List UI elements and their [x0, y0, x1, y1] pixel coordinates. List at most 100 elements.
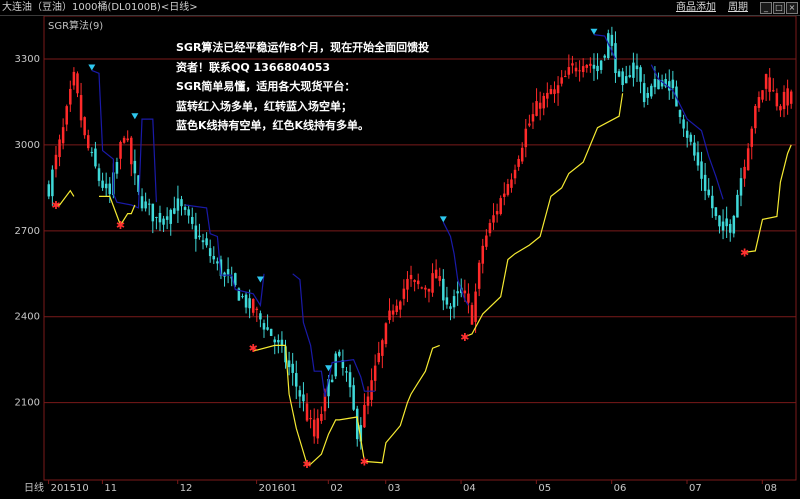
candle-body [151, 203, 155, 222]
candle-body [754, 106, 757, 129]
candle-body [65, 106, 68, 125]
candle-body [348, 372, 352, 388]
candle-body [488, 223, 492, 234]
annotation-line: 资者！联系QQ 1366804053 [176, 60, 331, 74]
close-icon[interactable]: × [786, 2, 798, 14]
annotation-line: SGR简单易懂，适用各大现货平台： [176, 80, 356, 93]
candle-body [334, 353, 337, 377]
candle-body [485, 235, 488, 247]
x-tick-label: 02 [330, 483, 343, 494]
buy-signal-marker: ✱ [249, 342, 258, 355]
candle-body [528, 123, 531, 126]
candle-body [295, 373, 298, 387]
candle-body [524, 128, 528, 148]
candle-body [79, 95, 83, 121]
maximize-icon[interactable]: □ [773, 2, 785, 14]
candle-body [782, 91, 786, 110]
candle-body [180, 199, 183, 207]
annotation-line: 蓝转红入场多单，红转蓝入场空单； [176, 99, 352, 113]
candle-body [373, 365, 377, 381]
candle-body [101, 180, 104, 188]
candle-body [438, 276, 441, 281]
buy-signal-marker: ✱ [360, 455, 369, 468]
candle-body [277, 340, 280, 343]
candle-body [302, 394, 305, 402]
candle-body [72, 71, 76, 86]
candle-body [646, 92, 650, 98]
candle-body [685, 130, 689, 138]
x-tick-label: 201510 [51, 483, 89, 494]
stop-line-short [185, 204, 265, 308]
candle-body [542, 95, 545, 109]
candle-body [155, 217, 158, 219]
candle-body [262, 323, 266, 330]
candle-body [198, 235, 201, 238]
candle-body [621, 71, 624, 86]
minimize-icon[interactable]: _ [760, 2, 772, 14]
sell-signal-marker [439, 216, 447, 223]
indicator-label: SGR算法(9) [48, 21, 104, 32]
candle-body [689, 134, 693, 142]
candle-body [546, 92, 549, 99]
buy-signal-marker: ✱ [116, 219, 125, 232]
candle-body [291, 363, 294, 373]
candle-body [714, 207, 718, 217]
candle-body [732, 215, 736, 234]
stop-line-long [464, 93, 624, 338]
candle-body [775, 93, 779, 107]
candle-body [255, 308, 259, 311]
stop-line-short [292, 273, 376, 398]
candle-body [513, 169, 517, 179]
candle-body [477, 262, 481, 289]
candle-body [746, 148, 750, 171]
candle-body [563, 76, 567, 78]
x-tick-label: 08 [764, 483, 777, 494]
candle-body [241, 296, 244, 298]
x-tick-label: 201601 [259, 483, 297, 494]
candle-body [553, 89, 556, 94]
candle-body [556, 85, 560, 94]
candle-body [381, 340, 384, 356]
candle-body [115, 162, 119, 174]
buy-signal-marker: ✱ [460, 331, 469, 344]
y-tick-label: 2700 [15, 226, 40, 237]
candle-body [463, 290, 467, 294]
candle-body [549, 89, 553, 95]
candle-body [725, 218, 728, 227]
candle-body [190, 216, 194, 224]
period-button[interactable]: 周期 [728, 0, 748, 15]
candle-body [671, 79, 675, 89]
x-tick-label: 12 [180, 483, 193, 494]
candle-body [578, 70, 581, 72]
sell-signal-marker [590, 28, 598, 35]
candle-body [700, 161, 703, 179]
candle-body [481, 245, 485, 264]
add-product-button[interactable]: 商品添加 [676, 0, 716, 15]
candle-body [624, 76, 628, 84]
candle-body [413, 280, 416, 282]
candle-body [395, 305, 398, 312]
candle-body [789, 91, 793, 104]
candle-body [119, 141, 122, 159]
candle-body [248, 298, 251, 309]
candle-body [273, 339, 277, 343]
candle-body [567, 67, 571, 75]
candle-body [628, 75, 632, 78]
candle-body [345, 371, 348, 373]
candle-body [721, 221, 725, 231]
candle-body [309, 418, 312, 420]
candle-body [305, 403, 309, 421]
candle-body [205, 238, 208, 246]
candle-body [503, 193, 506, 197]
annotation-line: 蓝色K线持有空单，红色K线持有多单。 [176, 119, 370, 132]
candle-body [162, 218, 165, 225]
candle-body [442, 278, 445, 301]
candle-body [768, 77, 771, 92]
candle-body [506, 184, 510, 195]
candle-body [617, 71, 621, 77]
candle-body [581, 66, 585, 72]
buy-signal-marker: ✱ [740, 246, 749, 259]
candle-body [707, 189, 710, 196]
candle-body [377, 352, 381, 363]
x-tick-label: 06 [614, 483, 627, 494]
